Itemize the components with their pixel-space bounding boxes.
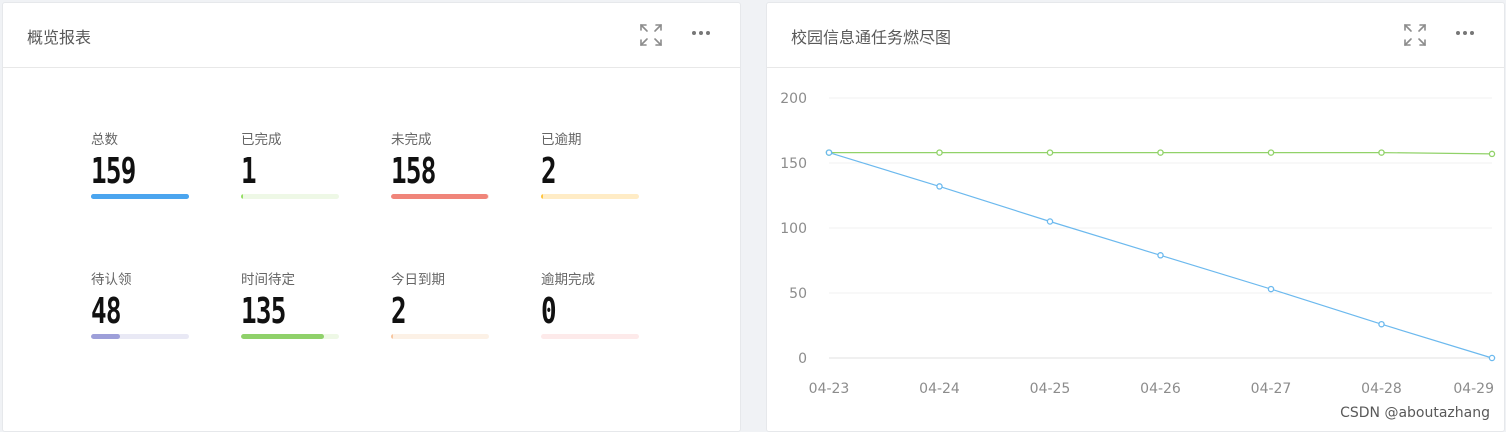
stat-label: 逾期完成 — [541, 272, 595, 288]
stat-unclaimed: 待认领 48 — [91, 271, 191, 339]
data-point — [936, 183, 943, 190]
more-icon — [1451, 21, 1479, 49]
more-icon — [687, 21, 715, 49]
stat-time-tbd: 时间待定 135 — [241, 271, 341, 339]
burndown-title: 校园信息通任务燃尽图 — [791, 28, 952, 47]
stat-progress-fill — [541, 194, 543, 199]
fullscreen-button[interactable] — [637, 21, 665, 49]
y-tick-label: 100 — [780, 221, 807, 237]
overview-header: 概览报表 — [3, 3, 740, 68]
x-tick-label: 04-26 — [1140, 381, 1181, 397]
stat-value: 1 — [241, 151, 257, 192]
stat-label: 时间待定 — [241, 272, 295, 288]
stat-label: 未完成 — [391, 132, 432, 148]
watermark: CSDN @aboutazhang — [1340, 405, 1490, 421]
stat-progress-bar — [91, 194, 189, 199]
data-point — [1378, 320, 1385, 328]
stat-completed: 已完成 1 — [241, 131, 341, 199]
stat-label: 已完成 — [241, 132, 282, 148]
stat-progress-fill — [391, 334, 393, 339]
more-button[interactable] — [687, 21, 715, 49]
x-tick-label: 04-24 — [919, 381, 960, 397]
stat-progress-bar — [391, 334, 489, 339]
stat-label: 已逾期 — [541, 132, 582, 148]
data-point — [1488, 354, 1496, 362]
stat-progress-bar — [541, 194, 639, 199]
data-point — [1488, 150, 1496, 158]
stat-label: 总数 — [91, 132, 118, 148]
y-tick-label: 150 — [780, 156, 807, 172]
fullscreen-button[interactable] — [1401, 21, 1429, 49]
stat-progress-fill — [91, 334, 121, 339]
overview-panel: 概览报表 总数 159 已完成 1 未完成 158 已逾期 2 待认领 48 时… — [2, 2, 741, 432]
fullscreen-icon — [637, 21, 665, 49]
x-tick-label: 04-27 — [1251, 381, 1292, 397]
stat-value: 2 — [391, 291, 407, 332]
data-point — [1046, 149, 1054, 156]
data-point — [1267, 149, 1275, 156]
x-tick-label: 04-29 — [1453, 381, 1494, 397]
stat-progress-bar — [241, 194, 339, 199]
x-tick-label: 04-25 — [1030, 381, 1071, 397]
stat-total: 总数 159 — [91, 131, 191, 199]
stat-incomplete: 未完成 158 — [391, 131, 491, 199]
stat-progress-fill — [391, 194, 489, 199]
stat-progress-bar — [541, 334, 639, 339]
stat-progress-bar — [241, 334, 339, 339]
stat-label: 待认领 — [91, 272, 132, 288]
more-button[interactable] — [1451, 21, 1479, 49]
y-tick-label: 200 — [780, 91, 807, 107]
burndown-header: 校园信息通任务燃尽图 — [767, 3, 1504, 68]
stat-due-today: 今日到期 2 — [391, 271, 491, 339]
x-tick-label: 04-23 — [809, 381, 850, 397]
stat-value: 0 — [541, 291, 557, 332]
stat-value: 2 — [541, 151, 557, 192]
burndown-chart: 0 50 100 150 200 04-23 04-24 04-25 04-26 04-27 04-… — [780, 91, 1496, 397]
data-point — [1157, 252, 1164, 259]
y-tick-label: 50 — [789, 286, 807, 302]
stat-value: 48 — [91, 291, 121, 332]
stat-label: 今日到期 — [391, 272, 445, 288]
data-point — [1378, 149, 1385, 156]
stat-progress-fill — [241, 194, 243, 199]
stat-value: 159 — [91, 151, 136, 192]
data-point — [1267, 285, 1275, 293]
data-point — [1157, 149, 1164, 156]
overview-title: 概览报表 — [27, 28, 92, 47]
fullscreen-icon — [1401, 21, 1429, 49]
stat-overdue-completed: 逾期完成 0 — [541, 271, 641, 339]
data-point — [825, 149, 833, 156]
burndown-panel: 校园信息通任务燃尽图 0 50 100 150 200 04-23 04-24 … — [766, 2, 1505, 432]
stat-value: 135 — [241, 291, 286, 332]
stat-value: 158 — [391, 151, 436, 192]
stat-progress-fill — [91, 194, 189, 199]
stat-overdue: 已逾期 2 — [541, 131, 641, 199]
stat-progress-bar — [91, 334, 189, 339]
data-point — [936, 149, 943, 156]
stat-progress-fill — [241, 334, 325, 339]
stat-progress-bar — [391, 194, 489, 199]
data-point — [1046, 218, 1054, 225]
x-tick-label: 04-28 — [1361, 381, 1402, 397]
y-tick-label: 0 — [798, 351, 807, 367]
